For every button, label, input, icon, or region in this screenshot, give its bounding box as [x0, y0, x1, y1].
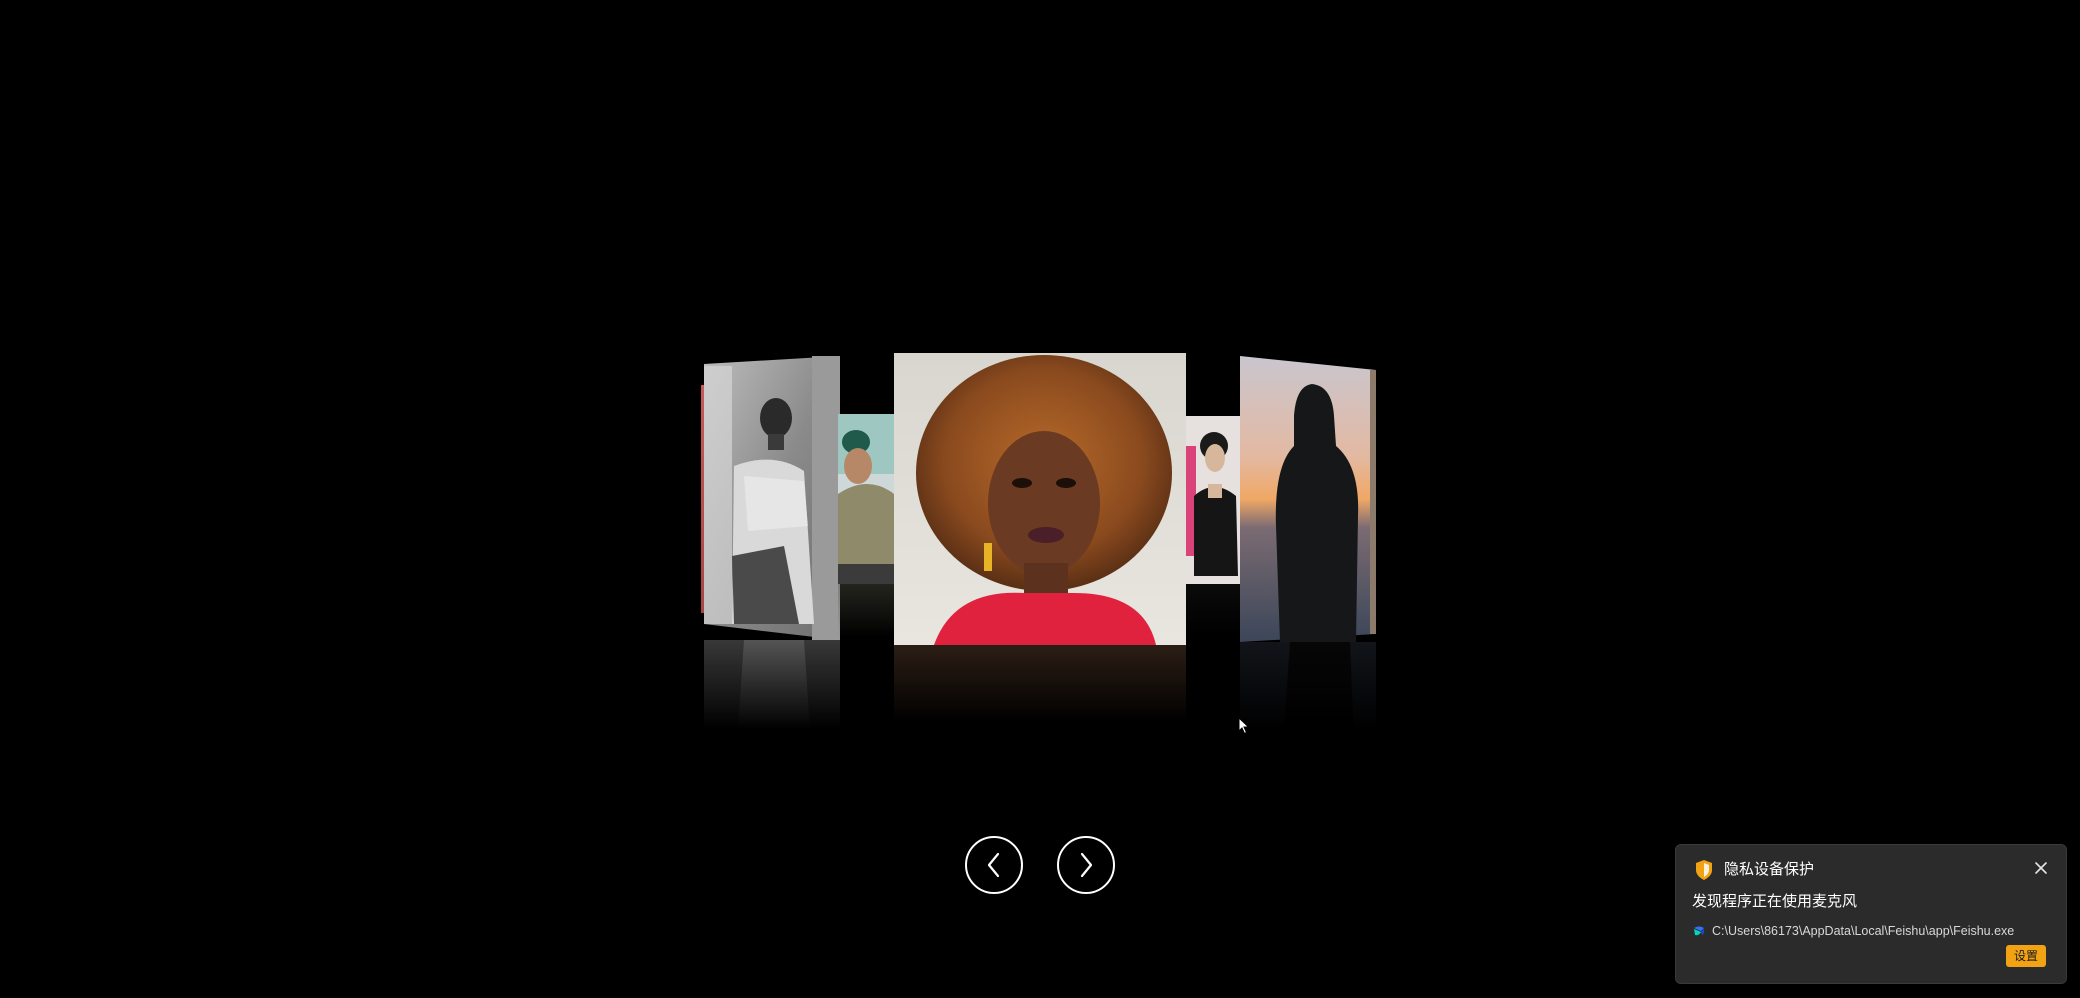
- settings-button[interactable]: 设置: [2006, 945, 2046, 967]
- notification-message: 发现程序正在使用麦克风: [1692, 892, 1858, 910]
- app-path: C:\Users\86173\AppData\Local\Feishu\app\…: [1712, 924, 2015, 938]
- photo-man-bw: [704, 356, 840, 640]
- photo-man-beanie: [838, 414, 894, 584]
- shield-icon: [1696, 860, 1712, 880]
- chevron-right-icon: [1080, 852, 1093, 878]
- chevron-left-icon: [987, 852, 1000, 878]
- carousel-stage: 隐私设备保护 发现程序正在使用麦克风 C:\Users\86173\AppDat…: [0, 0, 2080, 998]
- prev-button[interactable]: [965, 836, 1023, 894]
- photo-woman-black: [1184, 416, 1242, 584]
- carousel-card-behind-right[interactable]: [1184, 416, 1242, 674]
- photo-woman-curly-hair: [894, 353, 1186, 645]
- carousel-card-right[interactable]: [1240, 356, 1376, 792]
- notification-title: 隐私设备保护: [1724, 860, 1815, 878]
- next-button[interactable]: [1057, 836, 1115, 894]
- privacy-notification: 隐私设备保护 发现程序正在使用麦克风 C:\Users\86173\AppDat…: [1675, 844, 2067, 984]
- mouse-cursor-icon: [1238, 717, 1250, 735]
- carousel-card-left[interactable]: [704, 356, 840, 790]
- carousel-card-center[interactable]: [894, 353, 1186, 775]
- carousel-card-behind-left[interactable]: [838, 414, 894, 674]
- photo-hooded-figure: [1240, 356, 1376, 642]
- close-icon[interactable]: [2030, 857, 2052, 879]
- feishu-app-icon: [1694, 926, 1705, 936]
